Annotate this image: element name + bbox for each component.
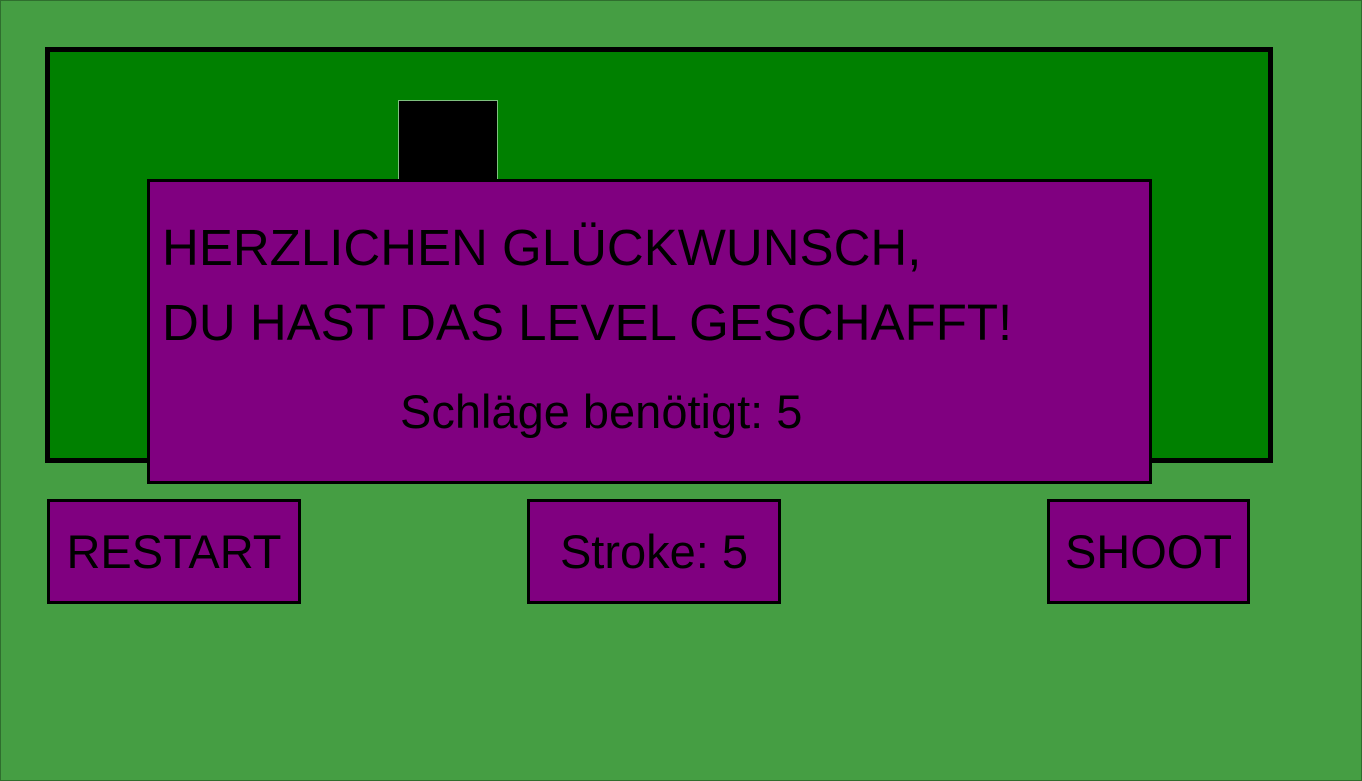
shoot-button[interactable]: SHOOT [1047,499,1250,604]
level-complete-dialog: HERZLICHEN GLÜCKWUNSCH, DU HAST DAS LEVE… [147,179,1152,484]
golf-hole [398,100,498,190]
stroke-counter-label: Stroke: 5 [559,525,749,578]
strokes-needed-text: Schläge benötigt: 5 [400,385,803,438]
restart-button[interactable]: RESTART [47,499,301,604]
shoot-button-label: SHOOT [1064,525,1233,578]
stroke-counter: Stroke: 5 [527,499,781,604]
congrats-heading-line-2: DU HAST DAS LEVEL GESCHAFFT! [162,294,1013,351]
restart-button-label: RESTART [66,525,282,578]
congrats-heading-line-1: HERZLICHEN GLÜCKWUNSCH, [162,219,922,276]
